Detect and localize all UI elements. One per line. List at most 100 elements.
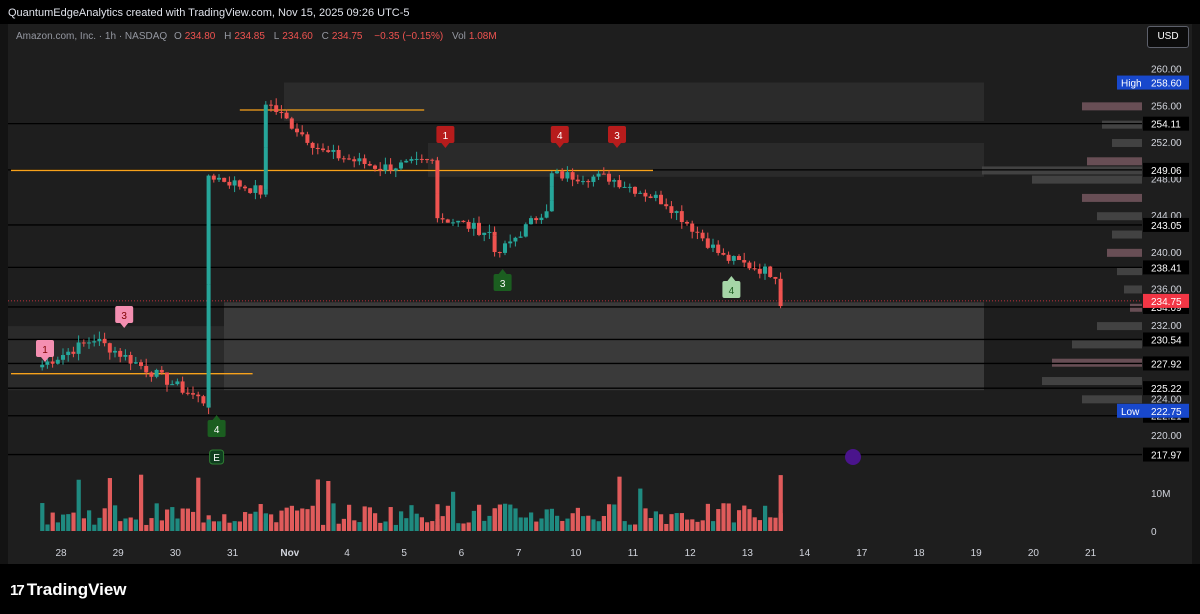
volume-bar <box>310 505 315 531</box>
volume-bar <box>149 518 154 531</box>
sell-signal-marker: 3 <box>115 306 134 328</box>
candle-body <box>61 355 65 360</box>
candle-body <box>622 186 627 188</box>
volume-bar <box>50 512 55 531</box>
candle-body <box>123 354 128 357</box>
high-badge-label: High <box>1121 79 1142 90</box>
candle-body <box>107 343 112 353</box>
candle-body <box>222 177 227 182</box>
volume-bar <box>55 522 60 531</box>
last-price-value: 234.75 <box>1151 297 1182 308</box>
volume-bar <box>326 480 331 531</box>
volume-bar <box>232 521 237 531</box>
candle-body <box>461 220 466 222</box>
y-tick-label: 224.00 <box>1151 394 1182 405</box>
volume-profile-bar <box>1112 138 1142 147</box>
candle-body <box>45 361 50 365</box>
low-badge-value: 222.75 <box>1151 407 1182 418</box>
candle-body <box>243 186 247 189</box>
candle-body <box>721 252 726 255</box>
candle-body <box>747 262 752 269</box>
x-tick-label: 21 <box>1085 548 1097 559</box>
candle-body <box>331 149 336 152</box>
volume-bar <box>388 507 393 531</box>
candle-body <box>118 350 123 357</box>
volume-bar <box>87 510 92 531</box>
volume-bar <box>123 518 128 531</box>
candle-body <box>565 172 570 179</box>
candle-body <box>539 217 544 221</box>
volume-bar <box>107 478 112 531</box>
volume-bar <box>669 514 674 531</box>
volume-bar <box>690 519 695 531</box>
volume-bar <box>575 507 580 531</box>
volume-bar <box>66 514 71 531</box>
candle-body <box>102 338 107 344</box>
candle-body <box>737 256 741 261</box>
volume-bar <box>305 509 310 531</box>
candle-body <box>690 223 695 232</box>
marker-label: 4 <box>557 131 563 142</box>
volume-bar <box>97 517 102 531</box>
volume-bar <box>549 513 554 531</box>
level-price-label: 243.05 <box>1151 221 1182 232</box>
volume-bar <box>586 515 591 531</box>
volume-bar <box>222 514 227 531</box>
volume-bar <box>445 505 450 531</box>
candle-body <box>659 194 663 205</box>
volume-bar <box>274 522 279 531</box>
candle-body <box>685 222 689 224</box>
candle-body <box>191 393 195 395</box>
marker-label: 4 <box>729 286 735 297</box>
volume-bar <box>211 521 216 531</box>
volume-bar <box>601 515 606 531</box>
candle-body <box>87 342 91 344</box>
candle-body <box>549 173 554 187</box>
volume-bar <box>414 513 419 531</box>
candle-body <box>149 372 154 377</box>
volume-bar <box>607 504 612 531</box>
level-price-label: 254.11 <box>1151 120 1181 131</box>
candle-body <box>409 159 414 161</box>
candle-body <box>726 254 731 261</box>
candle-body <box>81 342 86 344</box>
candle-body <box>425 159 429 161</box>
volume-bar <box>555 515 560 531</box>
candle-body <box>133 362 138 364</box>
candle-body <box>731 256 736 261</box>
candle-body <box>113 350 117 353</box>
candle-body <box>549 200 554 212</box>
event-icon <box>845 449 861 465</box>
x-tick-label: 12 <box>685 548 697 559</box>
x-tick-label: 31 <box>227 548 239 559</box>
candle-body <box>508 241 513 244</box>
candle-body <box>482 232 487 235</box>
candle-body <box>170 384 175 386</box>
volume-bar <box>612 504 617 531</box>
x-tick-label: 4 <box>344 548 350 559</box>
volume-bar <box>248 513 253 531</box>
candle-body <box>378 168 383 171</box>
volume-bar <box>508 504 513 531</box>
high-badge-value: 258.60 <box>1151 79 1182 90</box>
volume-bar <box>477 504 482 531</box>
value-area-zone-mid <box>428 142 984 177</box>
volume-bar <box>529 512 534 531</box>
candle-body <box>357 158 362 162</box>
volume-bar <box>393 524 398 531</box>
candle-body <box>451 222 455 224</box>
marker-arrow-up-icon <box>727 276 736 281</box>
candle-body <box>664 204 669 207</box>
candle-body <box>128 354 133 364</box>
volume-bar <box>289 505 294 531</box>
marker-label: 1 <box>443 131 449 142</box>
tradingview-logo[interactable]: 17 TradingView <box>10 580 127 600</box>
low-badge-label: Low <box>1121 407 1140 418</box>
volume-bar <box>170 507 175 531</box>
volume-profile-bar <box>1112 230 1142 239</box>
volume-bar <box>295 510 300 531</box>
candle-body <box>341 158 346 160</box>
volume-bar <box>435 504 440 531</box>
x-tick-label: 14 <box>799 548 811 559</box>
candle-body <box>763 266 767 274</box>
